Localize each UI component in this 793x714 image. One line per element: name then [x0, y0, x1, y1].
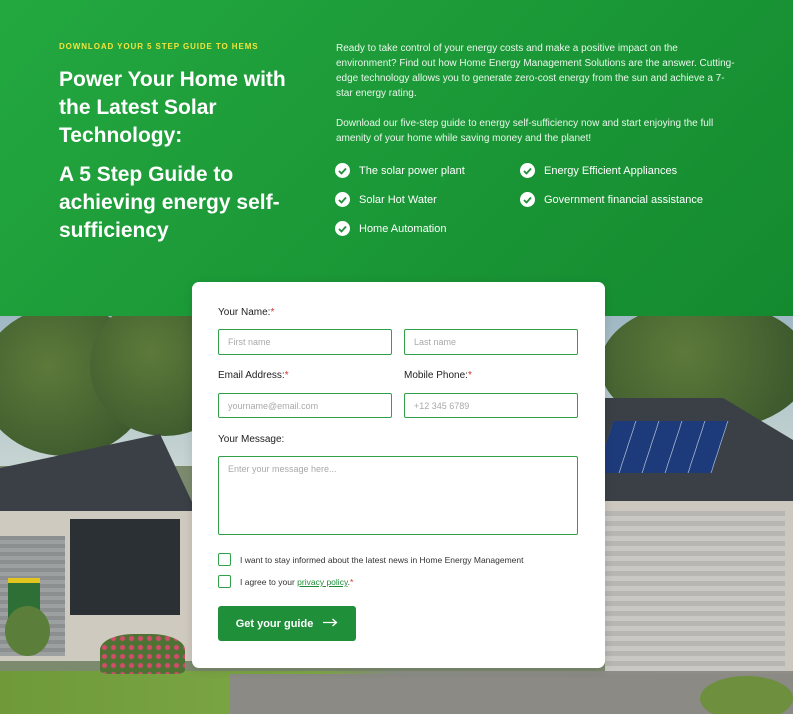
- feature-item: Home Automation: [335, 221, 446, 236]
- email-label: Email Address:*: [218, 370, 289, 381]
- guide-request-form: Your Name:* Email Address:* Mobile Phone…: [192, 282, 605, 668]
- check-circle-icon: [335, 163, 350, 178]
- message-textarea[interactable]: [218, 456, 578, 535]
- first-name-input[interactable]: [218, 329, 392, 355]
- feature-label: Solar Hot Water: [359, 193, 437, 206]
- feature-label: Energy Efficient Appliances: [544, 164, 678, 177]
- check-circle-icon: [520, 192, 535, 207]
- phone-label: Mobile Phone:*: [404, 370, 472, 381]
- name-label: Your Name:*: [218, 307, 275, 318]
- solar-panel: [596, 421, 729, 473]
- email-input[interactable]: [218, 393, 392, 418]
- feature-item: The solar power plant: [335, 163, 465, 178]
- intro-paragraph-1: Ready to take control of your energy cos…: [336, 43, 735, 99]
- intro-paragraph-2: Download our five-step guide to energy s…: [336, 118, 714, 144]
- check-circle-icon: [520, 163, 535, 178]
- feature-item: Solar Hot Water: [335, 192, 437, 207]
- hero-title: Power Your Home with the Latest Solar Te…: [59, 68, 286, 147]
- arrow-right-icon: [323, 618, 338, 630]
- privacy-policy-link[interactable]: privacy policy: [297, 577, 347, 587]
- feature-label: Government financial assistance: [544, 193, 703, 206]
- feature-item: Government financial assistance: [520, 192, 703, 207]
- get-guide-label: Get your guide: [235, 617, 314, 630]
- message-label: Your Message:: [218, 434, 285, 445]
- newsletter-checkbox[interactable]: [218, 553, 231, 566]
- feature-item: Energy Efficient Appliances: [520, 163, 677, 178]
- hero-section: DOWNLOAD YOUR 5 STEP GUIDE TO HEMS Power…: [0, 0, 793, 316]
- check-circle-icon: [335, 221, 350, 236]
- newsletter-label: I want to stay informed about the latest…: [240, 555, 524, 565]
- privacy-checkbox[interactable]: [218, 575, 231, 588]
- eyebrow-text: DOWNLOAD YOUR 5 STEP GUIDE TO HEMS: [59, 42, 259, 51]
- check-circle-icon: [335, 192, 350, 207]
- hero-subtitle: A 5 Step Guide to achieving energy self-…: [59, 163, 280, 242]
- phone-input[interactable]: [404, 393, 578, 418]
- privacy-label: I agree to your privacy policy.*: [240, 577, 354, 587]
- feature-label: Home Automation: [359, 222, 447, 235]
- last-name-input[interactable]: [404, 329, 578, 355]
- feature-label: The solar power plant: [359, 164, 465, 177]
- get-guide-button[interactable]: Get your guide: [218, 606, 356, 641]
